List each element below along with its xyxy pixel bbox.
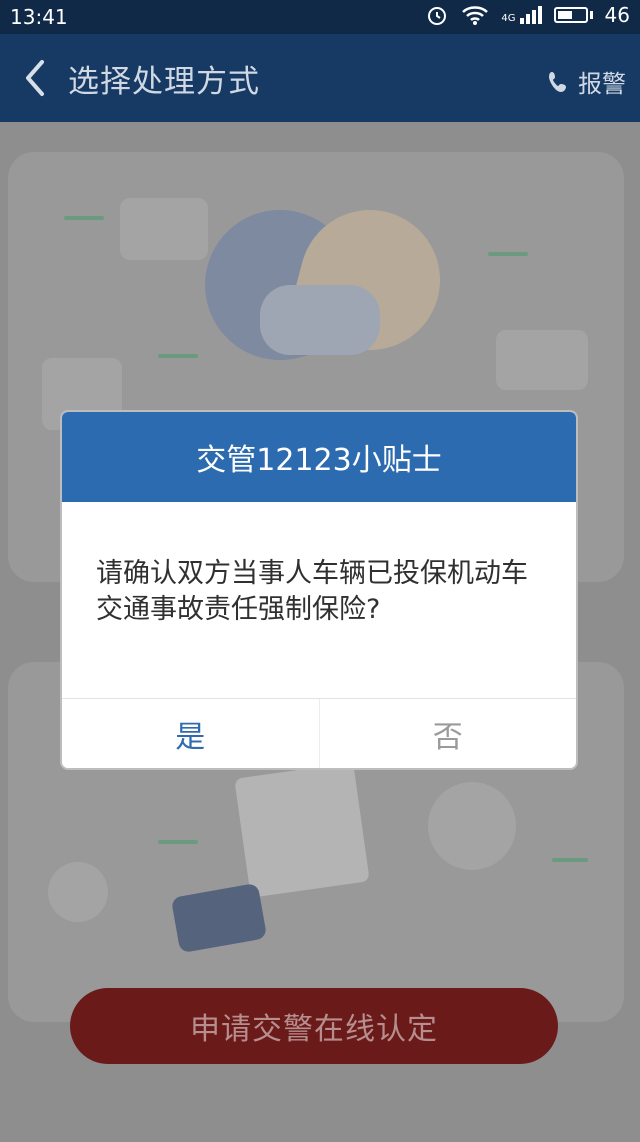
wifi-icon: [462, 6, 489, 25]
alarm-label: 报警: [578, 70, 626, 98]
dialog-message: 请确认双方当事人车辆已投保机动车交通事故责任强制保险?: [96, 558, 528, 625]
no-label: 否: [432, 720, 463, 755]
yes-label: 是: [175, 720, 206, 755]
decorative-circle: [48, 862, 108, 922]
decorative-dash: [552, 858, 588, 862]
cellular-signal-icon: 4G: [501, 6, 542, 24]
alarm-clock-icon: [428, 7, 447, 25]
yes-button[interactable]: 是: [62, 699, 319, 768]
status-time: 13:41: [10, 5, 68, 29]
handshake-illustration-hand: [260, 285, 380, 355]
decorative-block: [120, 198, 208, 260]
no-button[interactable]: 否: [318, 699, 577, 768]
apply-online-determination-button[interactable]: 申请交警在线认定: [70, 988, 558, 1064]
dialog-actions: 是 否: [62, 698, 576, 768]
status-icons: 4G 46: [425, 3, 630, 27]
battery-icon: [553, 7, 593, 23]
back-arrow-icon[interactable]: [18, 56, 52, 100]
decorative-dash: [158, 354, 198, 358]
navigation-bar: 选择处理方式 报警: [0, 34, 640, 122]
status-bar: 13:41 4G 46: [0, 0, 640, 34]
battery-level: 46: [604, 3, 630, 27]
decorative-dash: [158, 840, 198, 844]
page-title: 选择处理方式: [68, 64, 260, 100]
document-illustration: [234, 762, 370, 898]
network-type-label: 4G: [501, 13, 516, 24]
apply-online-determination-label: 申请交警在线认定: [190, 1012, 438, 1047]
phone-icon: [549, 71, 566, 92]
decorative-dash: [64, 216, 104, 220]
decorative-dash: [488, 252, 528, 256]
decorative-block: [496, 330, 588, 390]
decorative-circle: [428, 782, 516, 870]
dialog-header: 交管12123小贴士: [62, 412, 576, 502]
alarm-button[interactable]: 报警: [546, 64, 626, 99]
tips-dialog: 交管12123小贴士 请确认双方当事人车辆已投保机动车交通事故责任强制保险? 是…: [62, 412, 576, 768]
dialog-title: 交管12123小贴士: [196, 443, 442, 478]
